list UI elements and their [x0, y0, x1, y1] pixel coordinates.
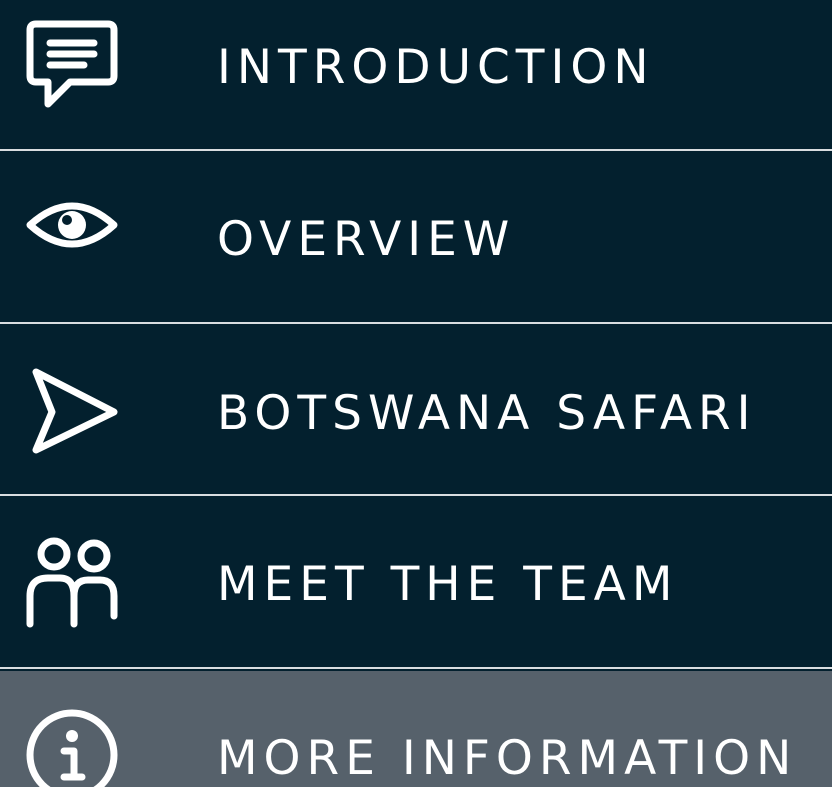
menu-item-meet-the-team[interactable]: MEET THE TEAM	[0, 498, 832, 669]
menu-item-label: INTRODUCTION	[217, 40, 655, 95]
send-arrow-icon	[24, 364, 120, 460]
info-icon	[24, 707, 120, 787]
people-icon	[24, 534, 120, 630]
eye-icon	[24, 177, 120, 273]
menu-item-more-information[interactable]: MORE INFORMATION	[0, 671, 832, 787]
navigation-menu: INTRODUCTION OVERVIEW BOTSWANA SAFARI ME…	[0, 0, 832, 787]
menu-item-label: BOTSWANA SAFARI	[217, 386, 757, 441]
menu-item-label: MORE INFORMATION	[217, 731, 798, 786]
menu-item-label: MEET THE TEAM	[217, 557, 679, 612]
speech-bubble-icon	[24, 16, 120, 112]
menu-item-botswana-safari[interactable]: BOTSWANA SAFARI	[0, 326, 832, 496]
menu-item-label: OVERVIEW	[217, 212, 516, 267]
menu-item-overview[interactable]: OVERVIEW	[0, 153, 832, 324]
menu-item-introduction[interactable]: INTRODUCTION	[0, 0, 832, 151]
